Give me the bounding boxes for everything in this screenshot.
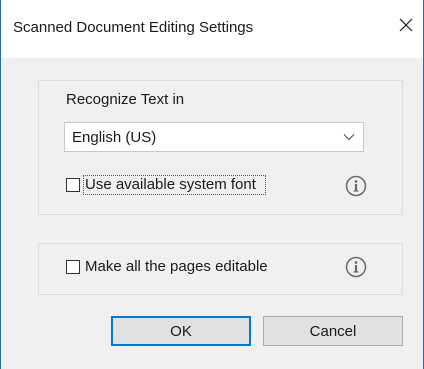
dialog-title: Scanned Document Editing Settings bbox=[13, 19, 254, 36]
close-button[interactable] bbox=[393, 12, 419, 38]
make-editable-label[interactable]: Make all the pages editable bbox=[85, 258, 268, 275]
close-icon bbox=[399, 18, 413, 32]
language-selected-value: English (US) bbox=[72, 129, 157, 146]
chevron-down-icon bbox=[335, 123, 363, 151]
use-system-font-checkbox[interactable] bbox=[66, 178, 80, 192]
info-icon[interactable] bbox=[345, 175, 367, 197]
use-system-font-label[interactable]: Use available system font bbox=[85, 176, 256, 193]
scanned-document-settings-dialog: Scanned Document Editing Settings Recogn… bbox=[0, 0, 424, 369]
ok-button[interactable]: OK bbox=[111, 316, 251, 346]
recognize-text-label: Recognize Text in bbox=[66, 91, 185, 108]
make-editable-checkbox[interactable] bbox=[66, 260, 80, 274]
cancel-button[interactable]: Cancel bbox=[263, 316, 403, 346]
language-select[interactable]: English (US) bbox=[64, 122, 364, 152]
info-icon[interactable] bbox=[345, 256, 367, 278]
title-bar: Scanned Document Editing Settings bbox=[1, 0, 423, 58]
